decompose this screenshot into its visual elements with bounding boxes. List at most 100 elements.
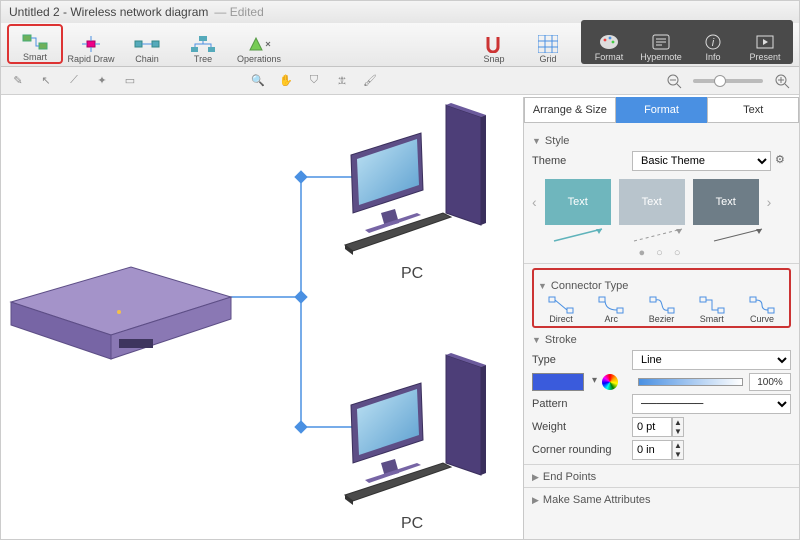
connector-smart-button[interactable]: Smart bbox=[689, 296, 735, 324]
toolbar-mode-group: Smart Rapid Draw Chain Tree Operations bbox=[7, 24, 287, 64]
chevron-right-icon: ▶ bbox=[532, 495, 539, 506]
stroke-color-chip[interactable] bbox=[532, 373, 584, 391]
document-title: Untitled 2 - Wireless network diagram bbox=[9, 5, 208, 19]
play-icon bbox=[752, 32, 778, 52]
chevron-down-icon: ▼ bbox=[532, 136, 541, 146]
toolbar-smart-label: Smart bbox=[23, 52, 47, 62]
tab-text[interactable]: Text bbox=[707, 97, 799, 123]
endpoints-label: End Points bbox=[543, 471, 596, 483]
toolbar-rapiddraw-button[interactable]: Rapid Draw bbox=[63, 24, 119, 64]
main-toolbar: Smart Rapid Draw Chain Tree Operations S… bbox=[1, 23, 799, 67]
makesame-section-header[interactable]: ▶ Make Same Attributes bbox=[532, 494, 791, 506]
info-icon: i bbox=[700, 32, 726, 52]
style-prev-icon[interactable]: ‹ bbox=[532, 194, 537, 210]
theme-select[interactable]: Basic Theme bbox=[632, 151, 771, 171]
document-edited-status: — Edited bbox=[214, 5, 263, 19]
tool-line-icon[interactable]: ⟋ bbox=[65, 72, 83, 90]
toolbar-present-label: Present bbox=[749, 52, 780, 62]
toolbar-grid-label: Grid bbox=[539, 54, 556, 64]
stroke-pattern-select[interactable]: ──────── bbox=[632, 394, 791, 414]
tab-arrange[interactable]: Arrange & Size bbox=[524, 97, 616, 123]
stroke-pattern-label: Pattern bbox=[532, 398, 632, 410]
toolbar-format-label: Format bbox=[595, 52, 624, 62]
connector-direct-button[interactable]: Direct bbox=[538, 296, 584, 324]
style-swatch-3[interactable]: Text bbox=[693, 179, 759, 225]
chevron-down-icon: ▼ bbox=[532, 335, 541, 345]
tool-eyedropper-icon[interactable]: 𖠊 bbox=[333, 72, 351, 90]
connector-curve-button[interactable]: Curve bbox=[739, 296, 785, 324]
toolbar-format-button[interactable]: Format bbox=[583, 22, 635, 62]
toolbar-info-button[interactable]: i Info bbox=[687, 22, 739, 62]
diagram-svg bbox=[1, 97, 523, 539]
zoom-out-icon[interactable] bbox=[665, 72, 683, 90]
stroke-opacity-value[interactable]: 100% bbox=[749, 373, 791, 391]
tool-brush-icon[interactable]: 🖌 bbox=[361, 72, 379, 90]
style-section-header[interactable]: ▼ Style bbox=[532, 135, 791, 147]
toolbar-view-group: Snap Grid bbox=[467, 24, 575, 64]
router-shape bbox=[11, 267, 231, 359]
style-page-dots[interactable]: ● ○ ○ bbox=[532, 247, 791, 259]
snap-icon bbox=[481, 34, 507, 54]
connector-type-header[interactable]: ▼ Connector Type bbox=[538, 280, 785, 292]
toolbar-rapiddraw-label: Rapid Draw bbox=[67, 54, 114, 64]
style-swatch-1[interactable]: Text bbox=[545, 179, 611, 225]
theme-label: Theme bbox=[532, 155, 632, 167]
endpoints-section-header[interactable]: ▶ End Points bbox=[532, 471, 791, 483]
drawing-canvas[interactable]: PC PC bbox=[1, 97, 523, 539]
tab-format[interactable]: Format bbox=[616, 97, 708, 123]
pc-shape-1 bbox=[345, 103, 486, 255]
tool-pointer-icon[interactable]: ↖ bbox=[37, 72, 55, 90]
toolbar-hypernote-button[interactable]: Hypernote bbox=[635, 22, 687, 62]
zoom-in-icon[interactable] bbox=[773, 72, 791, 90]
stroke-section-header[interactable]: ▼ Stroke bbox=[532, 334, 791, 346]
stroke-weight-label: Weight bbox=[532, 421, 632, 433]
chevron-down-icon: ▼ bbox=[538, 281, 547, 291]
zoom-slider[interactable] bbox=[693, 79, 763, 83]
tool-pen-icon[interactable]: ✎ bbox=[9, 72, 27, 90]
tool-magic-icon[interactable]: ✦ bbox=[93, 72, 111, 90]
svg-text:i: i bbox=[712, 37, 715, 49]
toolbar-operations-button[interactable]: Operations bbox=[231, 24, 287, 64]
toolbar-inspector-group: Format Hypernote i Info Present bbox=[581, 20, 793, 64]
gear-icon[interactable]: ⚙ bbox=[775, 153, 791, 169]
tools-toolbar: ✎ ↖ ⟋ ✦ ▭ 🔍 ✋ ⛉ 𖠊 🖌 bbox=[1, 67, 799, 95]
connector-type-section: ▼ Connector Type Direct Arc Bezier bbox=[532, 268, 791, 328]
toolbar-chain-label: Chain bbox=[135, 54, 159, 64]
pc-label-2: PC bbox=[401, 515, 423, 533]
toolbar-operations-label: Operations bbox=[237, 54, 281, 64]
color-picker-icon[interactable] bbox=[602, 374, 618, 390]
inspector-panel: Arrange & Size Format Text ▼ Style Theme… bbox=[523, 97, 799, 539]
stroke-type-select[interactable]: Line bbox=[632, 350, 791, 370]
stroke-type-label: Type bbox=[532, 354, 632, 366]
stroke-opacity-slider[interactable] bbox=[638, 375, 743, 389]
inspector-body: ▼ Style Theme Basic Theme ⚙ ‹ Text Text … bbox=[524, 123, 799, 539]
toolbar-chain-button[interactable]: Chain bbox=[119, 24, 175, 64]
tool-stamp-icon[interactable]: ⛉ bbox=[305, 72, 323, 90]
stroke-corner-label: Corner rounding bbox=[532, 444, 632, 456]
tool-zoom-icon[interactable]: 🔍 bbox=[249, 72, 267, 90]
grid-icon bbox=[535, 34, 561, 54]
toolbar-tree-button[interactable]: Tree bbox=[175, 24, 231, 64]
toolbar-smart-button[interactable]: Smart bbox=[7, 24, 63, 64]
toolbar-snap-label: Snap bbox=[483, 54, 504, 64]
toolbar-info-label: Info bbox=[705, 52, 720, 62]
operations-icon bbox=[246, 34, 272, 54]
style-swatch-2[interactable]: Text bbox=[619, 179, 685, 225]
connector-bezier-button[interactable]: Bezier bbox=[639, 296, 685, 324]
note-icon bbox=[648, 32, 674, 52]
palette-icon bbox=[596, 32, 622, 52]
smart-connector-icon bbox=[22, 32, 48, 52]
connector-arc-button[interactable]: Arc bbox=[588, 296, 634, 324]
toolbar-grid-button[interactable]: Grid bbox=[521, 24, 575, 64]
stroke-weight-stepper[interactable]: ▲▼ bbox=[632, 417, 684, 437]
tool-rect-icon[interactable]: ▭ bbox=[121, 72, 139, 90]
chain-icon bbox=[134, 34, 160, 54]
style-next-icon[interactable]: › bbox=[767, 194, 772, 210]
toolbar-present-button[interactable]: Present bbox=[739, 22, 791, 62]
stroke-corner-stepper[interactable]: ▲▼ bbox=[632, 440, 684, 460]
pc-label-1: PC bbox=[401, 265, 423, 283]
tool-hand-icon[interactable]: ✋ bbox=[277, 72, 295, 90]
toolbar-tree-label: Tree bbox=[194, 54, 212, 64]
toolbar-hypernote-label: Hypernote bbox=[640, 52, 682, 62]
toolbar-snap-button[interactable]: Snap bbox=[467, 24, 521, 64]
